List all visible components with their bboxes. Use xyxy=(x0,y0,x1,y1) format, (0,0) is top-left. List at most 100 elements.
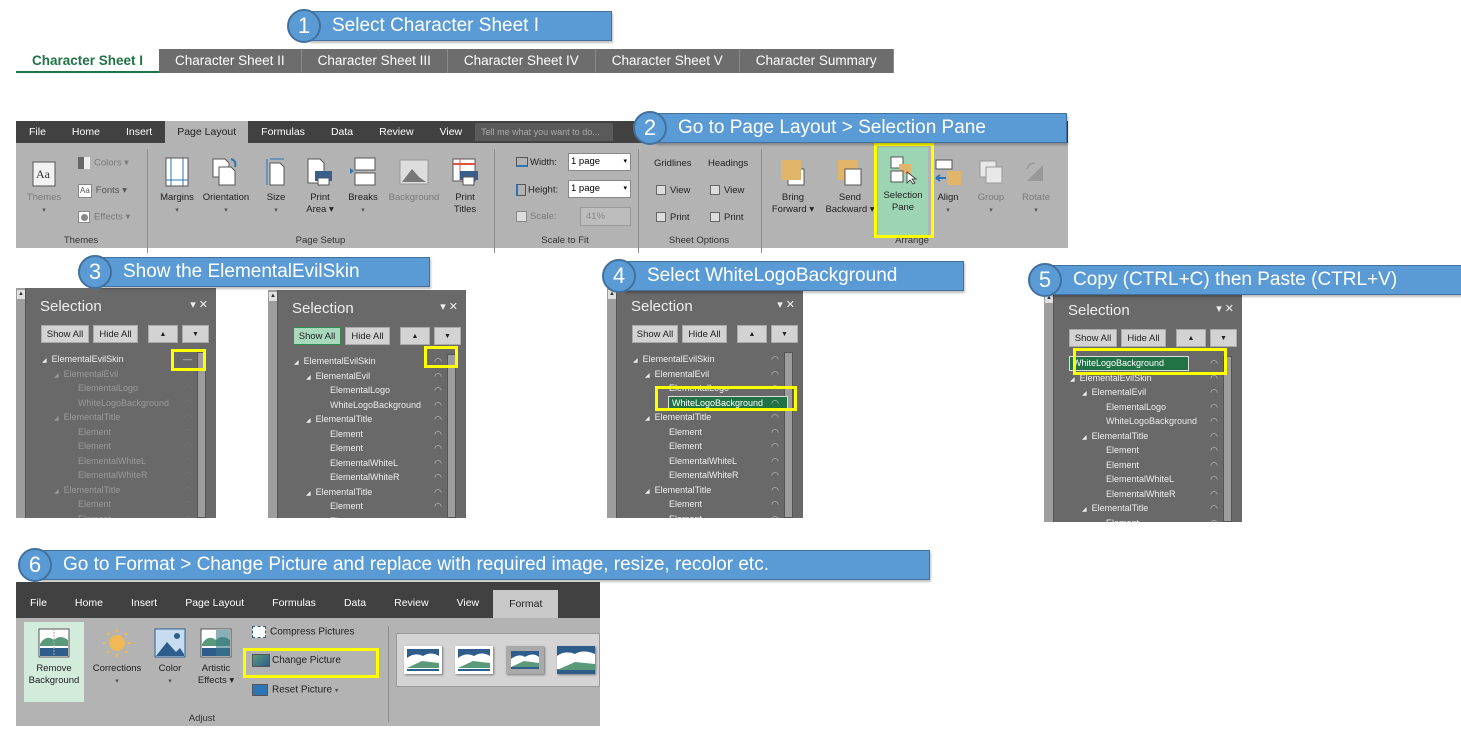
eye-icon[interactable]: ◠ xyxy=(434,398,442,413)
tree-item[interactable]: Element ◠ xyxy=(1070,443,1220,458)
tree-item[interactable]: ◢ ElementalTitle ◠ xyxy=(42,410,194,425)
tree-item[interactable]: ElementalWhiteL ◠ xyxy=(294,456,444,471)
eye-icon[interactable]: ◠ xyxy=(434,427,442,442)
height-dropdown[interactable]: 1 page ▾ xyxy=(568,180,631,198)
themes-button[interactable]: Aa Themes ▾ xyxy=(24,161,64,217)
pane-controls[interactable]: ▾ ✕ xyxy=(1216,302,1234,315)
pane-controls[interactable]: ▾ ✕ xyxy=(777,298,795,311)
print-area-button[interactable]: Print Area ▾ xyxy=(303,157,337,216)
tree-item[interactable]: ◢ ElementalTitle ◠ xyxy=(1070,429,1220,444)
tree-item[interactable]: ElementalWhiteR ◠ xyxy=(42,468,194,483)
eye-icon[interactable]: ◠ xyxy=(184,497,192,512)
remove-background-button[interactable]: Remove Background xyxy=(24,622,84,702)
eye-icon[interactable]: ◠ xyxy=(771,352,779,367)
sheet-tab-4[interactable]: Character Sheet IV xyxy=(448,49,596,73)
expand-triangle-icon[interactable]: ◢ xyxy=(1082,391,1087,397)
eye-icon[interactable]: ◠ xyxy=(434,383,442,398)
eye-icon[interactable]: ◠ xyxy=(1210,516,1218,523)
tree-scrollbar[interactable] xyxy=(784,352,793,518)
effects-button[interactable]: Effects ▾ xyxy=(78,211,130,224)
expand-triangle-icon[interactable]: ◢ xyxy=(645,373,650,379)
eye-icon[interactable]: ◠ xyxy=(184,381,192,396)
expand-triangle-icon[interactable]: ◢ xyxy=(1082,507,1087,513)
tree-item[interactable]: ◢ ElementalTitle ◠ xyxy=(294,485,444,500)
eye-icon[interactable]: ◠ xyxy=(184,410,192,425)
tab-review[interactable]: Review xyxy=(366,121,426,143)
headings-print-checkbox[interactable]: Print xyxy=(710,212,744,224)
expand-triangle-icon[interactable]: ◢ xyxy=(54,416,59,422)
tree-item[interactable]: ◢ ElementalTitle ◠ xyxy=(1070,501,1220,516)
tree-item[interactable]: ◢ ElementalEvil ◠ xyxy=(633,367,781,382)
expand-triangle-icon[interactable]: ◢ xyxy=(54,489,59,495)
tree-item[interactable]: ◢ ElementalTitle ◠ xyxy=(633,483,781,498)
tab-view[interactable]: View xyxy=(427,121,476,143)
expand-triangle-icon[interactable]: ◢ xyxy=(306,418,311,424)
expand-triangle-icon[interactable]: ◢ xyxy=(306,375,311,381)
headings-view-checkbox[interactable]: View xyxy=(710,185,744,197)
tree-item[interactable]: ElementalLogo ◠ xyxy=(294,383,444,398)
eye-icon[interactable]: ◠ xyxy=(771,483,779,498)
scale-spinner[interactable]: 41% xyxy=(580,207,631,226)
tab-data[interactable]: Data xyxy=(318,121,366,143)
eye-icon[interactable]: ◠ xyxy=(771,497,779,512)
eye-icon[interactable]: ◠ xyxy=(771,468,779,483)
move-up-button[interactable]: ▲ xyxy=(737,325,767,343)
picture-style-2[interactable] xyxy=(455,646,493,674)
move-down-button[interactable]: ▼ xyxy=(434,327,461,345)
colors-button[interactable]: Colors ▾ xyxy=(78,157,129,170)
eye-icon[interactable]: ◠ xyxy=(1210,487,1218,502)
sheet-tab-3[interactable]: Character Sheet III xyxy=(302,49,448,73)
width-dropdown[interactable]: 1 page ▾ xyxy=(568,153,631,171)
breaks-button[interactable]: Breaks ▾ xyxy=(346,157,380,217)
tree-item[interactable]: Element ◠ xyxy=(42,512,194,519)
show-all-button[interactable]: Show All xyxy=(41,325,89,343)
hide-all-button[interactable]: Hide All xyxy=(682,325,727,343)
eye-icon[interactable]: ◠ xyxy=(1210,429,1218,444)
align-button[interactable]: Align ▾ xyxy=(930,157,966,217)
tab-view[interactable]: View xyxy=(443,582,494,618)
eye-icon[interactable]: ◠ xyxy=(1210,400,1218,415)
eye-icon[interactable]: ◠ xyxy=(434,514,442,519)
expand-triangle-icon[interactable]: ◢ xyxy=(633,358,638,364)
tab-insert[interactable]: Insert xyxy=(113,121,165,143)
show-all-button[interactable]: Show All xyxy=(1069,329,1117,347)
move-down-button[interactable]: ▼ xyxy=(771,325,798,343)
scrollbar[interactable] xyxy=(607,288,617,518)
corrections-button[interactable]: Corrections ▾ xyxy=(88,628,146,688)
tab-home[interactable]: Home xyxy=(59,121,113,143)
eye-icon[interactable]: ◠ xyxy=(1210,443,1218,458)
eye-icon[interactable]: ◠ xyxy=(434,412,442,427)
tree-item[interactable]: Element ◠ xyxy=(42,497,194,512)
tree-item[interactable]: Element ◠ xyxy=(633,497,781,512)
eye-icon[interactable]: ◠ xyxy=(771,425,779,440)
sheet-tab-1[interactable]: Character Sheet I xyxy=(16,49,160,73)
eye-icon[interactable]: ◠ xyxy=(771,454,779,469)
tab-data[interactable]: Data xyxy=(330,582,380,618)
move-up-button[interactable]: ▲ xyxy=(400,327,430,345)
tree-item[interactable]: Element ◠ xyxy=(633,425,781,440)
tab-insert[interactable]: Insert xyxy=(117,582,171,618)
show-all-button[interactable]: Show All xyxy=(293,327,341,345)
scrollbar[interactable] xyxy=(16,288,26,518)
show-all-button[interactable]: Show All xyxy=(632,325,678,343)
tree-scrollbar[interactable] xyxy=(197,352,206,518)
tree-item[interactable]: ElementalWhiteL ◠ xyxy=(633,454,781,469)
eye-icon[interactable]: ◠ xyxy=(184,454,192,469)
picture-style-1[interactable] xyxy=(404,646,442,674)
eye-icon[interactable]: ◠ xyxy=(1210,501,1218,516)
expand-triangle-icon[interactable]: ◢ xyxy=(294,360,299,366)
tree-item[interactable]: Element ◠ xyxy=(42,425,194,440)
move-up-button[interactable]: ▲ xyxy=(1176,329,1206,347)
sheet-tab-summary[interactable]: Character Summary xyxy=(740,49,894,73)
tree-item[interactable]: Element ◠ xyxy=(294,499,444,514)
tree-item[interactable]: Element ◠ xyxy=(633,439,781,454)
expand-triangle-icon[interactable]: ◢ xyxy=(42,358,47,364)
tree-item[interactable]: ◢ ElementalTitle ◠ xyxy=(633,410,781,425)
tab-formulas[interactable]: Formulas xyxy=(258,582,330,618)
artistic-effects-button[interactable]: Artistic Effects ▾ xyxy=(194,628,238,687)
eye-icon[interactable]: ◠ xyxy=(184,468,192,483)
fonts-button[interactable]: Aa Fonts ▾ xyxy=(78,184,127,198)
size-button[interactable]: Size ▾ xyxy=(262,157,290,217)
eye-icon[interactable]: ◠ xyxy=(1210,385,1218,400)
tree-item[interactable]: ElementalWhiteR ◠ xyxy=(294,470,444,485)
